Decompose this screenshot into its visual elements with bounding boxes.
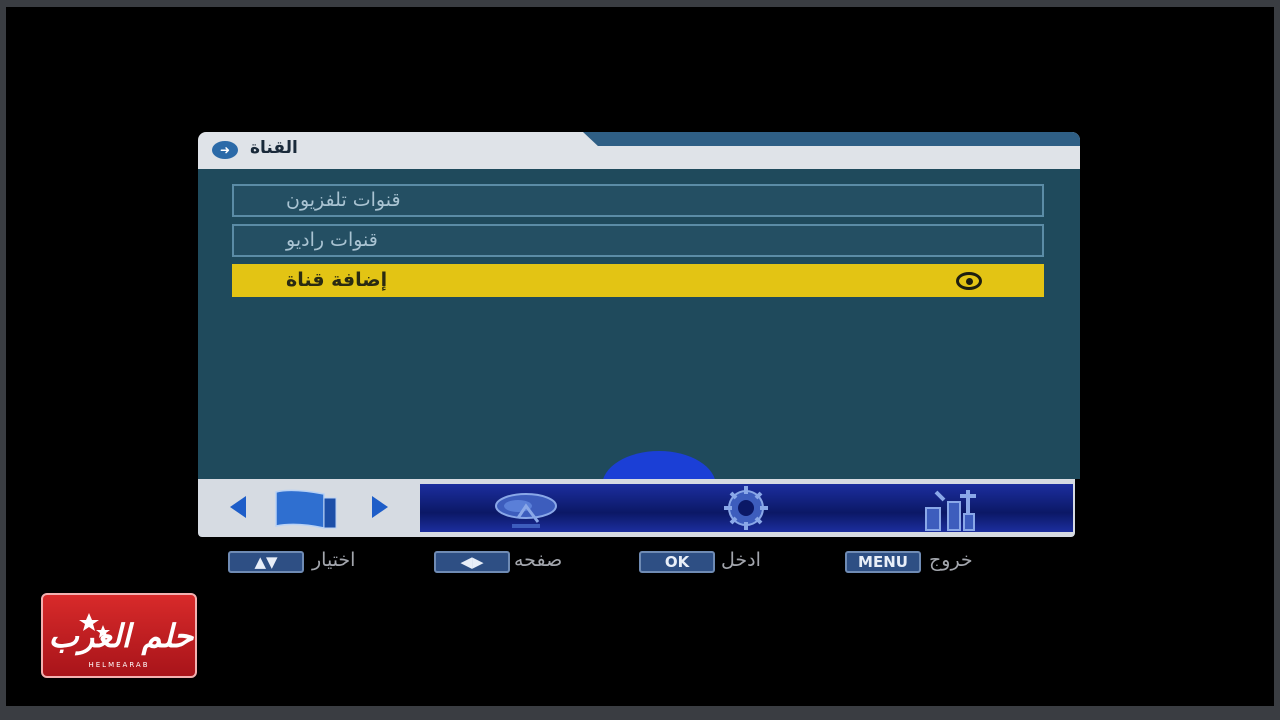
hint-label: اختيار xyxy=(312,549,356,571)
nav-icon-strip xyxy=(420,484,1073,532)
satellite-dish-icon[interactable] xyxy=(488,484,564,532)
channel-menu-window: ➜ القناة قنوات تلفزيون قنوات راديو إضافة… xyxy=(198,132,1080,537)
helmearab-logo: حلم العرب HELMEARAB xyxy=(41,593,197,678)
title-bar: ➜ القناة xyxy=(198,132,1080,169)
nav-current-section xyxy=(220,488,420,529)
hint-label: ادخل xyxy=(721,549,761,571)
menu-key: MENU xyxy=(845,551,921,573)
menu-item-label: إضافة قناة xyxy=(286,269,388,291)
hint-label: خروج xyxy=(929,549,973,571)
hint-page: ◀▶ صفحه xyxy=(434,549,604,577)
hint-select: ▲▼ اختيار xyxy=(228,549,388,577)
gear-icon[interactable] xyxy=(708,484,784,532)
tools-icon[interactable] xyxy=(914,484,990,532)
selected-marker-icon xyxy=(956,272,982,290)
hint-label: صفحه xyxy=(514,549,563,571)
hint-enter: OK ادخل xyxy=(639,549,789,577)
window-title: القناة xyxy=(250,138,298,158)
logo-mark: حلم العرب HELMEARAB xyxy=(49,613,195,669)
title-accent xyxy=(583,132,1080,146)
up-down-key: ▲▼ xyxy=(228,551,304,573)
logo-text: حلم العرب xyxy=(49,617,195,656)
menu-item-tv-channels[interactable]: قنوات تلفزيون xyxy=(232,184,1044,217)
arrow-circle-icon: ➜ xyxy=(212,141,238,159)
menu-item-radio-channels[interactable]: قنوات راديو xyxy=(232,224,1044,257)
tv-icon[interactable] xyxy=(272,488,338,532)
key-hints-bar: ▲▼ اختيار ◀▶ صفحه OK ادخل MENU خروج xyxy=(228,549,1018,577)
ok-key: OK xyxy=(639,551,715,573)
navigation-bar xyxy=(198,479,1075,537)
logo-subtext: HELMEARAB xyxy=(88,661,149,669)
triangle-left-icon[interactable] xyxy=(230,496,246,518)
left-right-key: ◀▶ xyxy=(434,551,510,573)
menu-item-label: قنوات راديو xyxy=(286,229,378,251)
menu-item-add-channel[interactable]: إضافة قناة xyxy=(232,264,1044,297)
triangle-right-icon[interactable] xyxy=(372,496,388,518)
menu-item-label: قنوات تلفزيون xyxy=(286,189,401,211)
menu-panel: قنوات تلفزيون قنوات راديو إضافة قناة xyxy=(198,169,1080,521)
hint-exit: MENU خروج xyxy=(845,549,1018,577)
